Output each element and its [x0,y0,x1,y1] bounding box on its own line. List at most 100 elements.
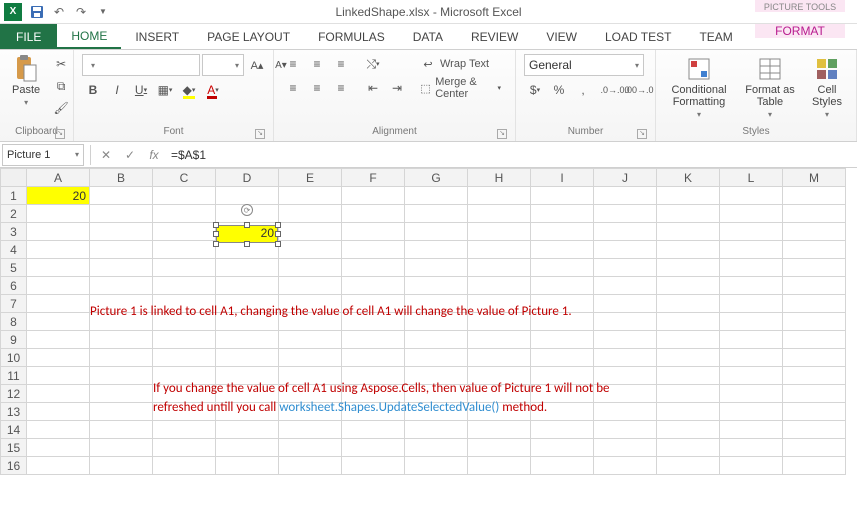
cell-K9[interactable] [657,331,720,349]
cell-A15[interactable] [27,439,90,457]
cell-K6[interactable] [657,277,720,295]
name-box[interactable]: Picture 1▾ [2,144,84,166]
row-header-14[interactable]: 14 [1,421,27,439]
clipboard-dialog-launcher-icon[interactable]: ↘ [55,129,65,139]
tab-formulas[interactable]: FORMULAS [304,24,399,49]
cell-J16[interactable] [594,457,657,475]
align-right-icon[interactable]: ≡ [330,78,352,98]
cell-D14[interactable] [216,421,279,439]
cell-E16[interactable] [279,457,342,475]
cell-A10[interactable] [27,349,90,367]
cell-K3[interactable] [657,223,720,241]
copy-icon[interactable]: ⧉ [50,76,72,96]
increase-indent-icon[interactable]: ⇥ [386,78,408,98]
tab-page-layout[interactable]: PAGE LAYOUT [193,24,304,49]
row-header-15[interactable]: 15 [1,439,27,457]
tab-home[interactable]: HOME [57,24,121,49]
qat-redo-icon[interactable]: ↷ [70,1,92,23]
merge-center-button[interactable]: ⬚Merge & Center▾ [414,78,507,98]
cell-D15[interactable] [216,439,279,457]
tab-file[interactable]: FILE [0,24,57,49]
cell-E2[interactable] [279,205,342,223]
font-name-combo[interactable]: ▾ [82,54,200,76]
cell-I9[interactable] [531,331,594,349]
cell-M11[interactable] [783,367,846,385]
align-center-icon[interactable]: ≡ [306,78,328,98]
rotate-handle-icon[interactable]: ⟳ [241,204,253,216]
cell-A11[interactable] [27,367,90,385]
cell-L4[interactable] [720,241,783,259]
cell-B10[interactable] [90,349,153,367]
cell-M14[interactable] [783,421,846,439]
cell-L16[interactable] [720,457,783,475]
cell-B11[interactable] [90,367,153,385]
resize-handle[interactable] [213,241,219,247]
cell-B12[interactable] [90,385,153,403]
col-header-I[interactable]: I [531,169,594,187]
cell-L8[interactable] [720,313,783,331]
col-header-E[interactable]: E [279,169,342,187]
tab-team[interactable]: TEAM [685,24,746,49]
cell-J7[interactable] [594,295,657,313]
tab-format[interactable]: FORMAT [755,24,845,38]
cell-I5[interactable] [531,259,594,277]
cell-C2[interactable] [153,205,216,223]
row-header-12[interactable]: 12 [1,385,27,403]
increase-font-icon[interactable]: A▴ [246,55,268,75]
col-header-M[interactable]: M [783,169,846,187]
decrease-indent-icon[interactable]: ⇤ [362,78,384,98]
cell-E4[interactable] [279,241,342,259]
cell-K10[interactable] [657,349,720,367]
cell-L7[interactable] [720,295,783,313]
cell-B4[interactable] [90,241,153,259]
cell-A16[interactable] [27,457,90,475]
row-header-6[interactable]: 6 [1,277,27,295]
row-header-1[interactable]: 1 [1,187,27,205]
cell-E3[interactable] [279,223,342,241]
cell-K7[interactable] [657,295,720,313]
cell-C14[interactable] [153,421,216,439]
cell-J5[interactable] [594,259,657,277]
cell-A12[interactable] [27,385,90,403]
cell-A2[interactable] [27,205,90,223]
cell-M10[interactable] [783,349,846,367]
fx-icon[interactable]: fx [145,148,163,162]
bold-button[interactable]: B [82,80,104,100]
resize-handle[interactable] [213,231,219,237]
cell-K12[interactable] [657,385,720,403]
row-header-7[interactable]: 7 [1,295,27,313]
cell-A7[interactable] [27,295,90,313]
cell-A1[interactable]: 20 [27,187,90,205]
worksheet-grid[interactable]: ABCDEFGHIJKLM1202345678910111213141516 2… [0,168,857,475]
col-header-A[interactable]: A [27,169,90,187]
cell-I1[interactable] [531,187,594,205]
cell-A4[interactable] [27,241,90,259]
cell-E9[interactable] [279,331,342,349]
resize-handle[interactable] [275,231,281,237]
align-bottom-icon[interactable]: ≡ [330,54,352,74]
format-as-table-button[interactable]: Format as Table▾ [740,54,800,121]
cell-G1[interactable] [405,187,468,205]
cell-J1[interactable] [594,187,657,205]
comma-format-icon[interactable]: , [572,80,594,100]
cell-C3[interactable] [153,223,216,241]
cell-B14[interactable] [90,421,153,439]
cell-styles-button[interactable]: Cell Styles▾ [806,54,848,121]
cell-K16[interactable] [657,457,720,475]
cell-J10[interactable] [594,349,657,367]
cell-K15[interactable] [657,439,720,457]
cell-C5[interactable] [153,259,216,277]
cancel-formula-icon[interactable]: ✕ [97,148,115,162]
cell-B13[interactable] [90,403,153,421]
cell-A14[interactable] [27,421,90,439]
tab-insert[interactable]: INSERT [121,24,193,49]
row-header-4[interactable]: 4 [1,241,27,259]
cell-H4[interactable] [468,241,531,259]
cell-M15[interactable] [783,439,846,457]
cell-F14[interactable] [342,421,405,439]
cell-G10[interactable] [405,349,468,367]
cell-L3[interactable] [720,223,783,241]
tab-data[interactable]: DATA [399,24,457,49]
row-header-3[interactable]: 3 [1,223,27,241]
cell-E1[interactable] [279,187,342,205]
